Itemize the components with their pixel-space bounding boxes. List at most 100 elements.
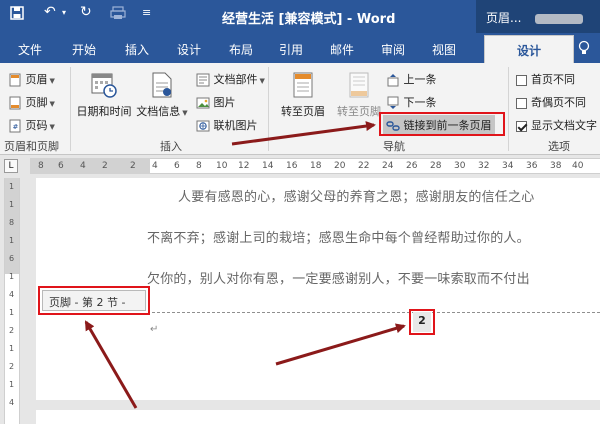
next-section-icon: [387, 96, 399, 109]
context-tab-header[interactable]: 页眉...: [476, 0, 600, 33]
group-separator: [268, 67, 269, 151]
ruler-tick-label: 40: [572, 161, 584, 171]
footer-icon: [9, 96, 21, 110]
vertical-ruler-tick-label: 1: [9, 182, 15, 191]
ruler-tick-label: 20: [334, 161, 346, 171]
next-section-button[interactable]: 下一条: [386, 94, 437, 110]
tab-stop-selector[interactable]: L: [4, 159, 18, 173]
ruler-tick-label: 18: [310, 161, 322, 171]
horizontal-ruler[interactable]: L 8 6 4 2 2 4 6 8 10 12 14 16 18 20 22 24 26 28 30 32 34 36 38…: [0, 156, 600, 176]
ruler-tick-label: 10: [216, 161, 228, 171]
paragraph-mark: ↵: [150, 324, 159, 335]
vertical-ruler-tick-label: 1: [9, 200, 15, 209]
tab-mailings[interactable]: 邮件: [330, 41, 354, 58]
group-label-navigation: 导航: [383, 140, 405, 153]
previous-section-button[interactable]: 上一条: [386, 71, 437, 87]
ruler-tick-label: 8: [196, 161, 202, 171]
ruler-tick-label: 34: [502, 161, 514, 171]
undo-icon[interactable]: ↶: [44, 4, 56, 20]
odd-even-different-checkbox[interactable]: 奇偶页不同: [516, 94, 586, 110]
vertical-ruler-tick-label: 1: [9, 308, 15, 317]
goto-footer-button[interactable]: 转至页脚: [334, 71, 384, 119]
ruler-tick-label: 30: [454, 161, 466, 171]
vertical-ruler-tick-label: 1: [9, 272, 15, 281]
footer-button[interactable]: 页脚 ▼: [8, 94, 55, 110]
ruler-tick-label: 26: [406, 161, 418, 171]
online-picture-icon: [196, 120, 210, 132]
redo-icon[interactable]: ↻: [80, 4, 92, 20]
save-icon[interactable]: [10, 6, 24, 24]
tab-layout[interactable]: 布局: [229, 41, 253, 58]
ruler-tick-label: 2: [130, 161, 136, 171]
title-bar: ↶ ▾ ↻ ≡ 经营生活 [兼容模式] - Word 页眉...: [0, 0, 600, 33]
ruler-tick-label: 4: [152, 161, 158, 171]
ruler-tick-label: 22: [358, 161, 370, 171]
ruler-tick-label: 4: [80, 161, 86, 171]
show-document-text-checkbox[interactable]: 显示文档文字: [516, 117, 597, 133]
goto-footer-icon: [349, 72, 369, 98]
next-page: [36, 410, 600, 424]
header-icon: [9, 73, 21, 87]
vertical-ruler-tick-label: 8: [9, 218, 15, 227]
page-number-highlight: [409, 309, 435, 335]
customize-toolbar-icon[interactable]: ≡: [142, 6, 151, 19]
ruler-tick-label: 38: [550, 161, 562, 171]
tab-header-footer-design[interactable]: 设计: [484, 35, 574, 63]
tell-me-lightbulb-icon[interactable]: [578, 40, 592, 56]
ruler-tick-label: 6: [58, 161, 64, 171]
vertical-ruler[interactable]: 1 1 8 1 6 1 4 1 2 1 2 1 4: [4, 178, 20, 424]
undo-dropdown-icon[interactable]: ▾: [62, 8, 66, 17]
ruler-tick-label: 36: [526, 161, 538, 171]
link-to-previous-highlight: [379, 112, 505, 136]
page-number-button[interactable]: # 页码 ▼: [8, 117, 55, 133]
goto-header-icon: [293, 72, 313, 98]
goto-header-button[interactable]: 转至页眉: [272, 71, 334, 119]
first-page-different-checkbox[interactable]: 首页不同: [516, 71, 575, 87]
checkbox-box-checked: [516, 120, 527, 132]
user-account-blur: [535, 13, 584, 24]
footer-boundary-line: [152, 312, 600, 313]
body-text-line: 欠你的，别人对你有恩，一定要感谢别人，不要一味索取而不付出: [147, 272, 530, 287]
picture-button[interactable]: 图片: [196, 94, 236, 110]
document-info-button[interactable]: 文档信息 ▼: [136, 71, 188, 119]
ruler-tick-label: 8: [38, 161, 44, 171]
group-label-insert: 插入: [160, 140, 182, 153]
footer-label-highlight: [38, 286, 150, 315]
group-separator: [70, 67, 71, 151]
calendar-clock-icon: [91, 73, 117, 98]
print-preview-icon[interactable]: [110, 6, 126, 24]
tab-design[interactable]: 设计: [177, 41, 201, 58]
previous-section-icon: [387, 74, 399, 87]
tab-references[interactable]: 引用: [279, 41, 303, 58]
checkbox-box: [516, 74, 527, 86]
window-title: 经营生活 [兼容模式] - Word: [222, 12, 396, 27]
vertical-ruler-tick-label: 1: [9, 344, 15, 353]
picture-icon: [196, 97, 210, 109]
tab-insert[interactable]: 插入: [125, 41, 149, 58]
ruler-tick-label: 16: [286, 161, 298, 171]
tab-file[interactable]: 文件: [18, 41, 42, 58]
document-parts-icon: [196, 73, 210, 87]
vertical-ruler-tick-label: 2: [9, 362, 15, 371]
vertical-ruler-tick-label: 2: [9, 326, 15, 335]
header-button[interactable]: 页眉 ▼: [8, 71, 55, 87]
date-time-button[interactable]: 日期和时间: [74, 71, 134, 119]
page-number-icon: #: [9, 119, 21, 133]
ruler-tick-label: 14: [262, 161, 274, 171]
ruler-tick-label: 24: [382, 161, 394, 171]
document-info-icon: [152, 72, 172, 98]
ribbon: 页眉 ▼ 页脚 ▼ # 页码 ▼ 页眉和页脚 日期和时间 文档信息 ▼ 文档部件 ▼ 图片…: [0, 63, 600, 155]
tab-view[interactable]: 视图: [432, 41, 456, 58]
tab-review[interactable]: 审阅: [381, 41, 405, 58]
online-picture-button[interactable]: 联机图片: [196, 117, 258, 133]
vertical-ruler-tick-label: 6: [9, 254, 15, 263]
tab-home[interactable]: 开始: [72, 41, 96, 58]
group-separator: [508, 67, 509, 151]
group-label-header-footer: 页眉和页脚: [4, 140, 59, 153]
ruler-tick-label: 2: [102, 161, 108, 171]
document-parts-button[interactable]: 文档部件 ▼: [196, 71, 265, 87]
group-label-options: 选项: [548, 140, 570, 153]
ruler-tick-label: 28: [430, 161, 442, 171]
checkbox-box: [516, 97, 527, 109]
body-text-line: 人要有感恩的心，感谢父母的养育之恩；感谢朋友的信任之心: [178, 190, 535, 205]
